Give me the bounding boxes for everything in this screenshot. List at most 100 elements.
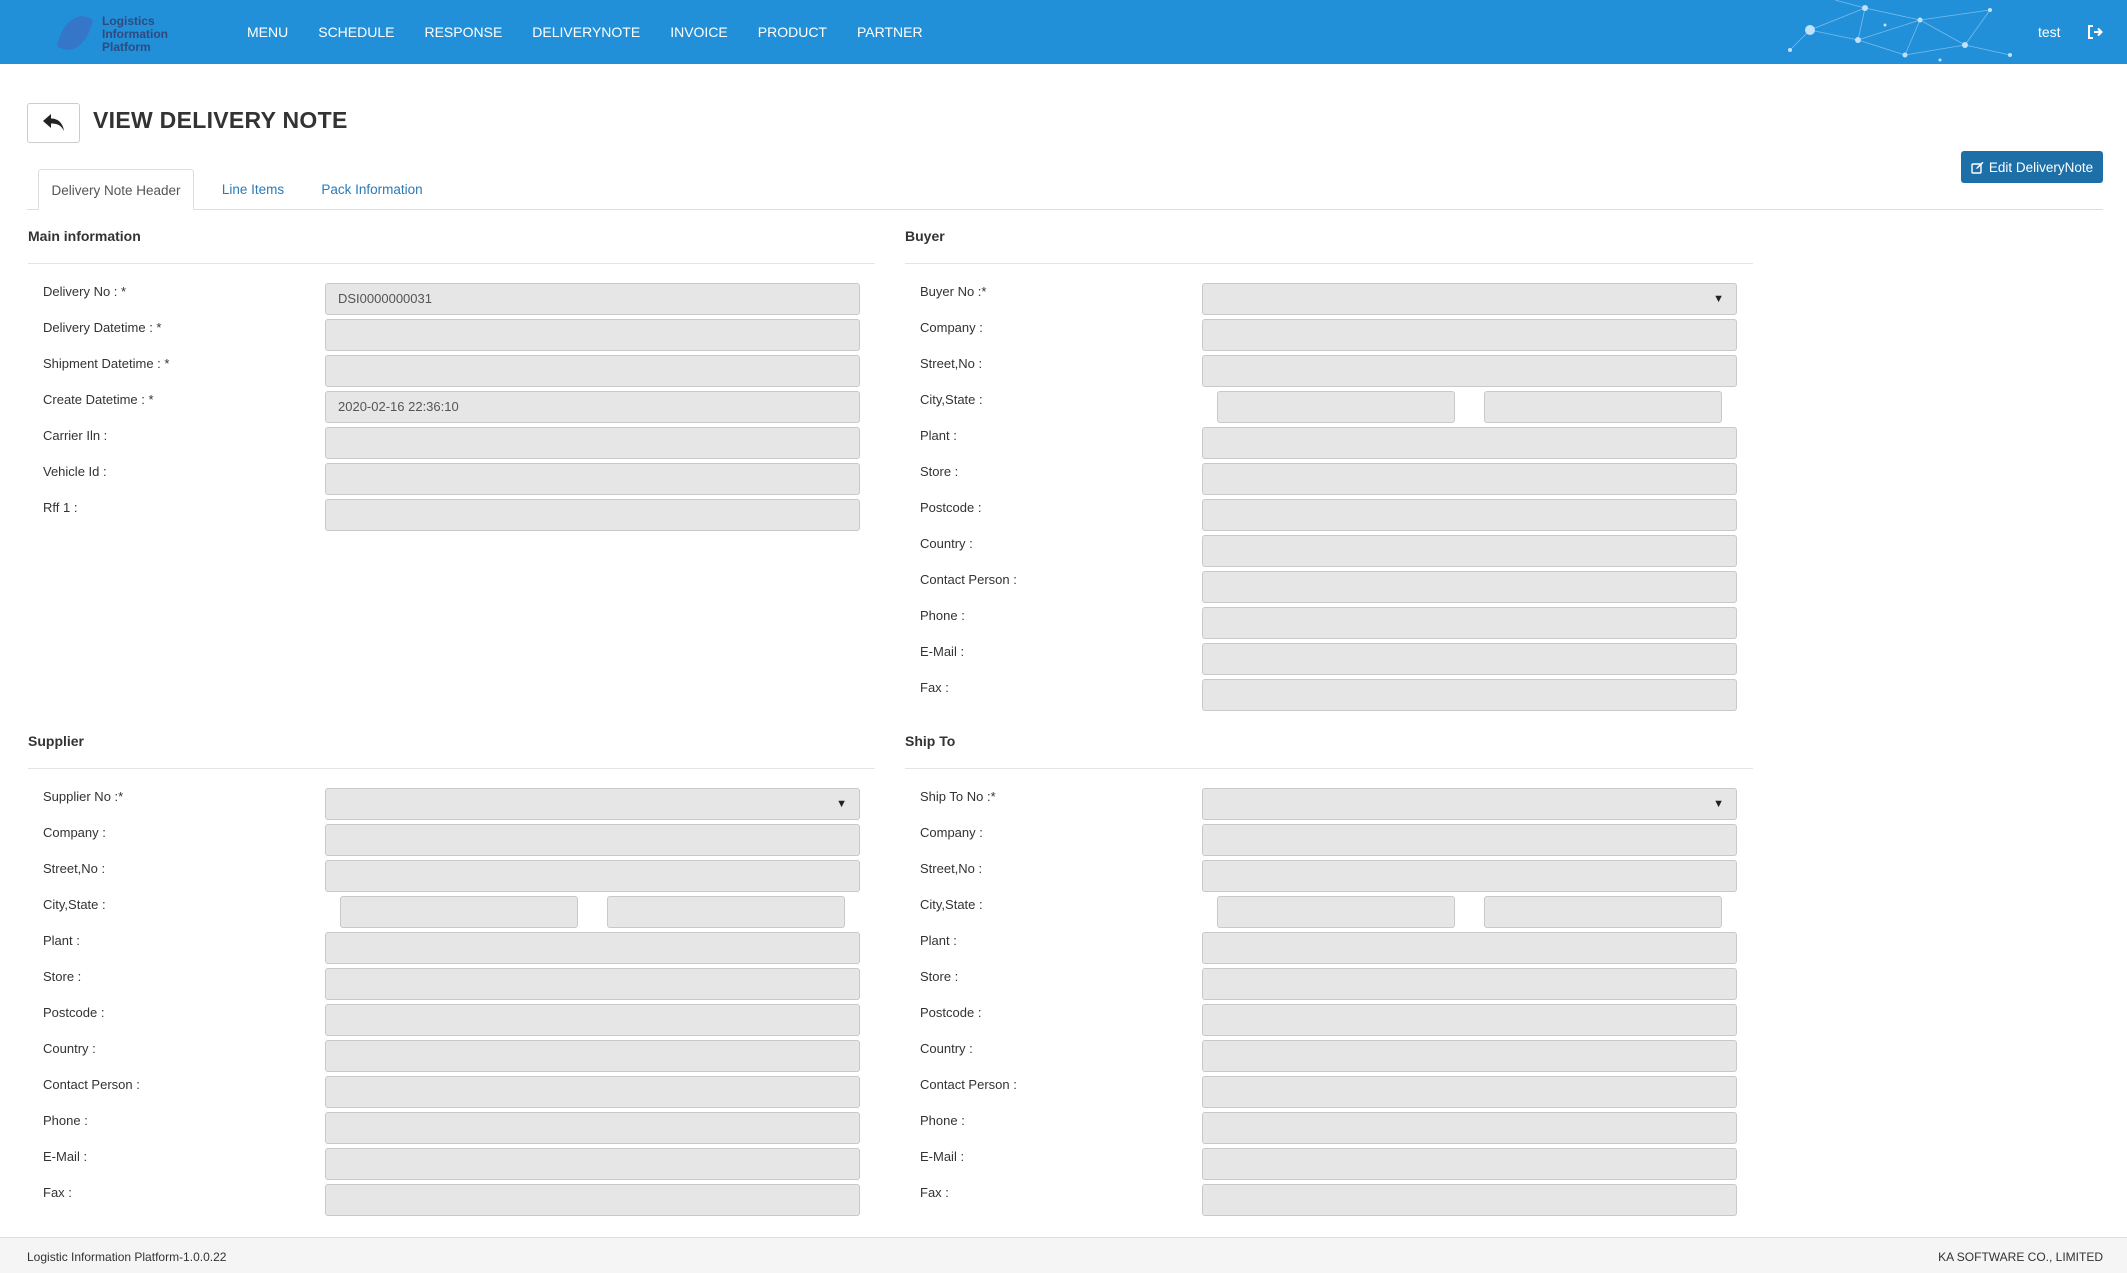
tab-pack-information[interactable]: Pack Information — [313, 169, 431, 210]
ship-to-plant-field[interactable] — [1202, 932, 1737, 964]
ship-to-store-field[interactable] — [1202, 968, 1737, 1000]
supplier-postcode-field[interactable] — [325, 1004, 860, 1036]
buyer-store-field[interactable] — [1202, 463, 1737, 495]
label-ship-to-postcode: Postcode : — [920, 1005, 982, 1020]
ship-to-country-field[interactable] — [1202, 1040, 1737, 1072]
buyer-fax-field[interactable] — [1202, 679, 1737, 711]
supplier-company-field[interactable] — [325, 824, 860, 856]
tab-bar: Delivery Note Header Line Items Pack Inf… — [27, 169, 2103, 210]
ship-to-no-select[interactable]: ▼ — [1202, 788, 1737, 820]
supplier-state-field[interactable] — [607, 896, 845, 928]
supplier-city-field[interactable] — [340, 896, 578, 928]
section-divider — [905, 768, 1753, 769]
ship-to-city-field[interactable] — [1217, 896, 1455, 928]
leaf-icon — [56, 10, 94, 56]
label-buyer-email: E-Mail : — [920, 644, 965, 659]
dropdown-caret-icon: ▼ — [1713, 293, 1724, 305]
label-supplier-no: Supplier No :* — [43, 789, 124, 804]
create-datetime-field[interactable]: 2020-02-16 22:36:10 — [325, 391, 860, 423]
supplier-no-select[interactable]: ▼ — [325, 788, 860, 820]
label-ship-to-contact-person: Contact Person : — [920, 1077, 1017, 1092]
network-decoration — [1788, 0, 2012, 62]
back-button[interactable] — [27, 103, 80, 143]
label-supplier-phone: Phone : — [43, 1113, 88, 1128]
buyer-country-field[interactable] — [1202, 535, 1737, 567]
label-shipment-datetime: Shipment Datetime : * — [43, 356, 170, 371]
delivery-datetime-field[interactable] — [325, 319, 860, 351]
buyer-company-field[interactable] — [1202, 319, 1737, 351]
buyer-plant-field[interactable] — [1202, 427, 1737, 459]
tab-delivery-note-header[interactable]: Delivery Note Header — [38, 169, 194, 210]
label-supplier-store: Store : — [43, 969, 82, 984]
shipment-datetime-field[interactable] — [325, 355, 860, 387]
buyer-contact-person-field[interactable] — [1202, 571, 1737, 603]
brand-logo[interactable]: Logistics Information Platform — [56, 10, 182, 56]
nav-schedule[interactable]: SCHEDULE — [303, 0, 409, 64]
label-buyer-fax: Fax : — [920, 680, 949, 695]
label-carrier-iln: Carrier Iln : — [43, 428, 108, 443]
carrier-iln-field[interactable] — [325, 427, 860, 459]
user-name[interactable]: test — [2038, 0, 2061, 64]
ship-to-phone-field[interactable] — [1202, 1112, 1737, 1144]
buyer-phone-field[interactable] — [1202, 607, 1737, 639]
vehicle-id-field[interactable] — [325, 463, 860, 495]
section-divider — [28, 768, 875, 769]
label-delivery-datetime: Delivery Datetime : * — [43, 320, 162, 335]
ship-to-company-field[interactable] — [1202, 824, 1737, 856]
buyer-no-select[interactable]: ▼ — [1202, 283, 1737, 315]
section-title-supplier: Supplier — [28, 733, 85, 749]
label-delivery-no: Delivery No : * — [43, 284, 127, 299]
top-navbar: Logistics Information Platform MENU SCHE… — [0, 0, 2127, 64]
ship-to-state-field[interactable] — [1484, 896, 1722, 928]
supplier-contact-person-field[interactable] — [325, 1076, 860, 1108]
nav-menu[interactable]: MENU — [232, 0, 303, 64]
label-ship-to-city-state: City,State : — [920, 897, 983, 912]
nav-deliverynote[interactable]: DELIVERYNOTE — [517, 0, 655, 64]
supplier-country-field[interactable] — [325, 1040, 860, 1072]
buyer-email-field[interactable] — [1202, 643, 1737, 675]
buyer-city-field[interactable] — [1217, 391, 1455, 423]
label-ship-to-phone: Phone : — [920, 1113, 965, 1128]
nav-partner[interactable]: PARTNER — [842, 0, 938, 64]
nav-invoice[interactable]: INVOICE — [655, 0, 743, 64]
supplier-fax-field[interactable] — [325, 1184, 860, 1216]
supplier-plant-field[interactable] — [325, 932, 860, 964]
label-buyer-phone: Phone : — [920, 608, 965, 623]
ship-to-email-field[interactable] — [1202, 1148, 1737, 1180]
logout-icon[interactable] — [2086, 23, 2104, 41]
supplier-email-field[interactable] — [325, 1148, 860, 1180]
ship-to-contact-person-field[interactable] — [1202, 1076, 1737, 1108]
label-ship-to-street: Street,No : — [920, 861, 983, 876]
buyer-street-field[interactable] — [1202, 355, 1737, 387]
section-title-ship-to: Ship To — [905, 733, 956, 749]
label-vehicle-id: Vehicle Id : — [43, 464, 107, 479]
ship-to-fax-field[interactable] — [1202, 1184, 1737, 1216]
label-ship-to-company: Company : — [920, 825, 983, 840]
page-title: VIEW DELIVERY NOTE — [93, 107, 348, 133]
label-supplier-plant: Plant : — [43, 933, 80, 948]
footer: Logistic Information Platform-1.0.0.22 K… — [0, 1237, 2127, 1273]
nav-response[interactable]: RESPONSE — [409, 0, 517, 64]
label-ship-to-store: Store : — [920, 969, 959, 984]
footer-company: KA SOFTWARE CO., LIMITED — [1938, 1250, 2103, 1264]
buyer-state-field[interactable] — [1484, 391, 1722, 423]
supplier-store-field[interactable] — [325, 968, 860, 1000]
rff-1-field[interactable] — [325, 499, 860, 531]
supplier-phone-field[interactable] — [325, 1112, 860, 1144]
ship-to-street-field[interactable] — [1202, 860, 1737, 892]
brand-text: Logistics Information Platform — [102, 15, 168, 54]
ship-to-postcode-field[interactable] — [1202, 1004, 1737, 1036]
label-supplier-postcode: Postcode : — [43, 1005, 105, 1020]
nav-product[interactable]: PRODUCT — [743, 0, 842, 64]
label-supplier-street: Street,No : — [43, 861, 106, 876]
supplier-street-field[interactable] — [325, 860, 860, 892]
delivery-no-field[interactable]: DSI0000000031 — [325, 283, 860, 315]
label-ship-to-email: E-Mail : — [920, 1149, 965, 1164]
label-ship-to-plant: Plant : — [920, 933, 957, 948]
label-buyer-postcode: Postcode : — [920, 500, 982, 515]
label-create-datetime: Create Datetime : * — [43, 392, 154, 407]
tab-line-items[interactable]: Line Items — [209, 169, 297, 210]
buyer-postcode-field[interactable] — [1202, 499, 1737, 531]
label-supplier-country: Country : — [43, 1041, 96, 1056]
footer-version: Logistic Information Platform-1.0.0.22 — [27, 1250, 227, 1264]
